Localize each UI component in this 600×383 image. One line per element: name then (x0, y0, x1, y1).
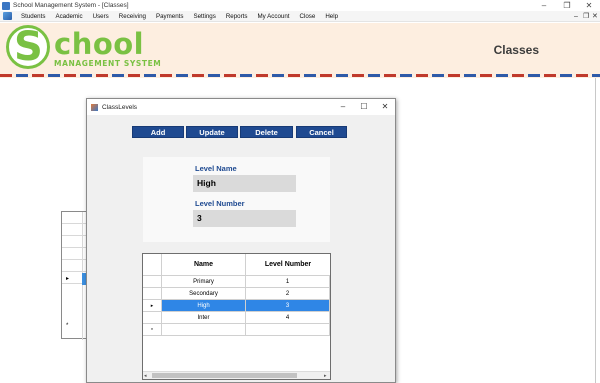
grid-corner-header (143, 254, 162, 276)
menu-receiving[interactable]: Receiving (114, 11, 151, 22)
menu-bar: Students Academic Users Receiving Paymen… (0, 11, 600, 22)
current-row-icon[interactable]: ▸ (143, 300, 162, 312)
current-row-icon: ▸ (66, 276, 70, 282)
level-name-field[interactable]: High (193, 175, 296, 192)
logo-subtitle: MANAGEMENT SYSTEM (54, 59, 162, 68)
cell-level-number[interactable]: 4 (246, 312, 330, 324)
class-levels-dialog: ClassLevels – ☐ ✕ Add Update Delete Canc… (86, 98, 396, 383)
dialog-title: ClassLevels (102, 103, 138, 111)
header-divider-stripe (0, 74, 600, 77)
menu-reports[interactable]: Reports (221, 11, 253, 22)
classes-grid[interactable]: ▸ * (61, 211, 88, 340)
new-row-icon: * (66, 323, 69, 329)
table-row[interactable] (62, 236, 86, 248)
mdi-child-icon[interactable] (3, 12, 12, 20)
cell-name[interactable]: Inter (162, 312, 246, 324)
level-form-panel: Level Name High Level Number 3 (143, 157, 330, 242)
page-title: Classes (493, 43, 539, 57)
menu-help[interactable]: Help (320, 11, 343, 22)
add-button[interactable]: Add (132, 126, 184, 138)
menu-students[interactable]: Students (16, 11, 50, 22)
mdi-minimize-button[interactable]: – (574, 11, 578, 22)
new-row-icon[interactable]: * (143, 324, 162, 336)
grid-horizontal-scrollbar[interactable]: ◂ ▸ (143, 371, 330, 379)
cell-level-number[interactable]: 1 (246, 276, 330, 288)
delete-button[interactable]: Delete (240, 126, 293, 138)
logo-letter: S (14, 24, 43, 70)
new-row-cell-level-number[interactable] (246, 324, 330, 336)
logo-wordmark: chool (54, 27, 145, 61)
window-maximize-button[interactable]: ❐ (556, 0, 578, 11)
column-header-level-number[interactable]: Level Number (246, 254, 330, 276)
page-header: S chool MANAGEMENT SYSTEM Classes (0, 23, 600, 78)
row-header[interactable] (143, 276, 162, 288)
cell-name-selected[interactable]: High (162, 300, 246, 312)
menu-close[interactable]: Close (294, 11, 320, 22)
mdi-close-button[interactable]: ✕ (592, 11, 598, 22)
new-row-cell-name[interactable] (162, 324, 246, 336)
dialog-maximize-button[interactable]: ☐ (354, 99, 374, 115)
menu-my-account[interactable]: My Account (253, 11, 295, 22)
row-header[interactable] (143, 312, 162, 324)
mdi-restore-button[interactable]: ❐ (583, 11, 589, 22)
window-titlebar: School Management System - [Classes] – ❐… (0, 0, 600, 11)
menu-payments[interactable]: Payments (151, 11, 189, 22)
form-border (595, 78, 596, 383)
level-number-label: Level Number (195, 199, 245, 208)
menu-users[interactable]: Users (88, 11, 114, 22)
table-row[interactable] (62, 224, 86, 236)
table-row[interactable] (62, 248, 86, 260)
row-header[interactable] (143, 288, 162, 300)
update-button[interactable]: Update (186, 126, 238, 138)
scroll-left-icon[interactable]: ◂ (144, 372, 147, 379)
table-row[interactable] (62, 212, 86, 224)
class-levels-grid[interactable]: Name Level Number Primary 1 Secondary 2 … (142, 253, 331, 380)
app-icon (2, 1, 10, 10)
window-title: School Management System - [Classes] (13, 2, 129, 9)
cell-level-number[interactable]: 2 (246, 288, 330, 300)
menu-academic[interactable]: Academic (50, 11, 87, 22)
level-number-field[interactable]: 3 (193, 210, 296, 227)
scrollbar-thumb[interactable] (152, 373, 297, 378)
cell-name[interactable]: Primary (162, 276, 246, 288)
column-header-name[interactable]: Name (162, 254, 246, 276)
dialog-app-icon (91, 103, 98, 111)
cancel-button[interactable]: Cancel (296, 126, 347, 138)
scroll-right-icon[interactable]: ▸ (324, 372, 327, 379)
cell-level-number-selected[interactable]: 3 (246, 300, 330, 312)
table-row[interactable] (62, 260, 86, 272)
cell-name[interactable]: Secondary (162, 288, 246, 300)
menu-settings[interactable]: Settings (188, 11, 220, 22)
level-name-label: Level Name (195, 164, 237, 173)
dialog-minimize-button[interactable]: – (333, 99, 353, 115)
window-minimize-button[interactable]: – (533, 0, 555, 11)
dialog-close-button[interactable]: ✕ (375, 99, 395, 115)
window-close-button[interactable]: ✕ (578, 0, 600, 11)
